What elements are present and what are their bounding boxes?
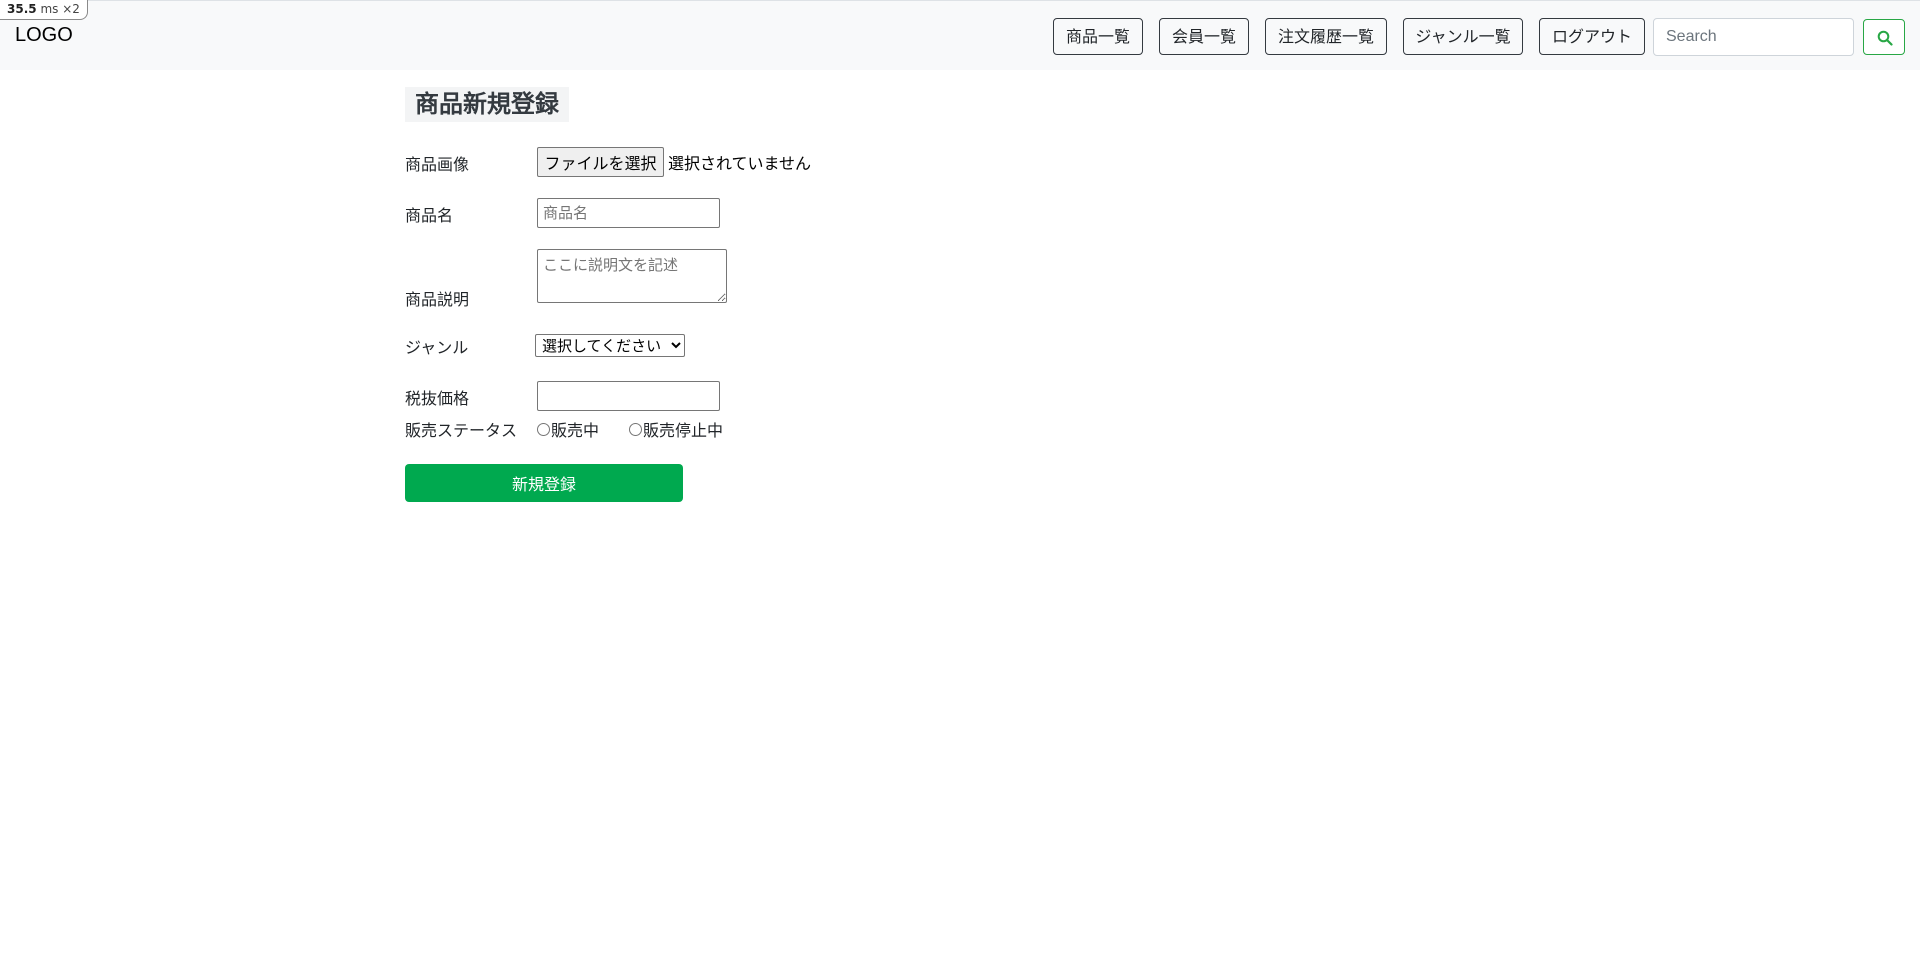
file-status-text: 選択されていません: [668, 154, 812, 173]
nav-logout-button[interactable]: ログアウト: [1539, 18, 1645, 55]
product-description-textarea[interactable]: [537, 249, 727, 303]
register-submit-button[interactable]: 新規登録: [405, 464, 683, 502]
nav-members-button[interactable]: 会員一覧: [1159, 18, 1249, 55]
product-image-label: 商品画像: [405, 155, 470, 174]
search-input[interactable]: [1653, 18, 1854, 56]
status-stopped-option[interactable]: 販売停止中: [629, 417, 723, 441]
genre-select[interactable]: 選択してください: [535, 334, 685, 357]
status-on-sale-option[interactable]: 販売中: [537, 417, 599, 441]
product-name-label: 商品名: [405, 206, 454, 225]
perf-value: 35.5: [7, 2, 37, 16]
navbar: LOGO 商品一覧 会員一覧 注文履歴一覧 ジャンル一覧 ログアウト: [0, 0, 1920, 70]
price-label: 税抜価格: [405, 389, 470, 408]
status-on-sale-radio[interactable]: [537, 422, 550, 436]
search-button[interactable]: [1863, 19, 1905, 55]
nav-order-history-button[interactable]: 注文履歴一覧: [1265, 18, 1387, 55]
brand-logo[interactable]: LOGO: [15, 24, 73, 47]
status-on-sale-label: 販売中: [551, 421, 600, 440]
genre-label: ジャンル: [405, 338, 469, 357]
performance-badge: 35.5 ms ×2: [0, 0, 88, 20]
nav-products-button[interactable]: 商品一覧: [1053, 18, 1143, 55]
status-stopped-radio[interactable]: [629, 422, 642, 436]
product-name-input[interactable]: [537, 198, 720, 228]
search-icon: [1877, 30, 1893, 46]
choose-file-button[interactable]: ファイルを選択: [537, 147, 664, 177]
page-title: 商品新規登録: [405, 87, 569, 122]
perf-unit: ms ×2: [40, 2, 80, 16]
price-input[interactable]: [537, 381, 720, 411]
product-description-label: 商品説明: [405, 290, 470, 309]
status-stopped-label: 販売停止中: [643, 421, 724, 440]
sales-status-label: 販売ステータス: [405, 421, 518, 440]
nav-genres-button[interactable]: ジャンル一覧: [1403, 18, 1523, 55]
